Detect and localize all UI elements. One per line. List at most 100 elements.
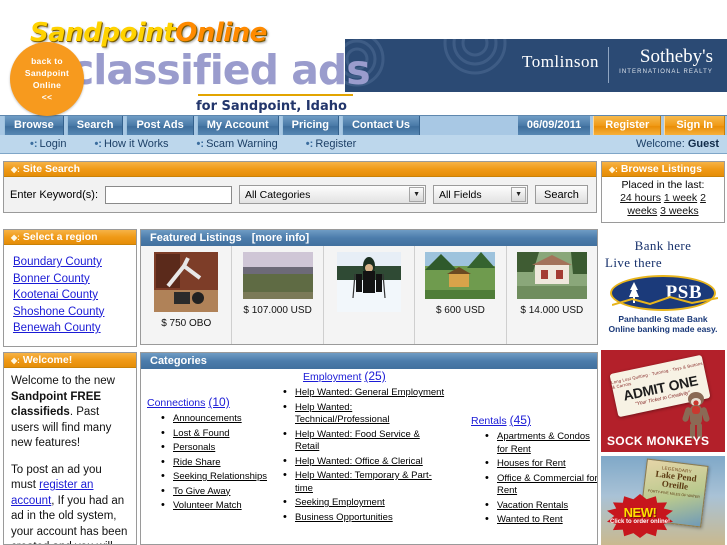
welcome-panel-title: Welcome! <box>22 354 73 366</box>
subnav-scam-warning-label: Scam Warning <box>206 138 278 150</box>
region-link-boundary-county[interactable]: Boundary County <box>13 254 136 271</box>
search-input[interactable] <box>105 185 233 204</box>
sponsor-banner-tomlinson-sothebys[interactable]: Tomlinson Sotheby's INTERNATIONAL REALTY <box>345 39 727 92</box>
listing-thumbnail-land[interactable] <box>242 252 313 299</box>
subcategory-link[interactable]: Lost & Found <box>173 428 230 439</box>
nav-tab-list: Browse Search Post Ads My Account Pricin… <box>4 116 421 136</box>
featured-listing-item[interactable]: $ 750 OBO <box>141 246 233 344</box>
search-button[interactable]: Search <box>535 185 588 204</box>
featured-listing-item[interactable] <box>324 246 416 344</box>
nav-tab-post-ads[interactable]: Post Ads <box>126 116 194 136</box>
cabin-photo <box>425 252 496 299</box>
subcategory-link[interactable]: Seeking Employment <box>295 497 385 508</box>
subcategory-link[interactable]: Help Wanted: Food Service & Retail <box>295 429 420 453</box>
listing-price: $ 14.000 USD <box>520 305 584 316</box>
region-link-bonner-county[interactable]: Bonner County <box>13 271 136 288</box>
bullet-icon: •: <box>196 138 205 150</box>
sign-in-button[interactable]: Sign In <box>664 116 725 136</box>
subcategory-link[interactable]: Seeking Relationships <box>173 471 267 482</box>
featured-more-info-link[interactable]: [more info] <box>252 232 309 244</box>
category-select-value: All Categories <box>245 188 311 201</box>
subnav-item-login[interactable]: •: Login <box>30 138 66 150</box>
house-photo <box>516 252 587 299</box>
ad-panhandle-state-bank[interactable]: Bank here Live there PSB Panhandle State… <box>601 234 725 346</box>
category-group-heading: Connections (10) <box>147 395 277 409</box>
subcategory-link[interactable]: Ride Share <box>173 457 221 468</box>
subcategory-link[interactable]: Help Wanted: Technical/Professional <box>295 402 390 426</box>
banner-divider <box>608 47 609 83</box>
subcategory-link[interactable]: Apartments & Condos for Rent <box>497 431 590 455</box>
category-group-connections: Connections(10) Announcements Lost & Fou… <box>147 395 277 515</box>
category-link-rentals[interactable]: Rentals <box>471 415 507 427</box>
site-search-header: ◆: Site Search <box>4 162 596 177</box>
list-item: Vacation Rentals <box>485 499 597 513</box>
subcategory-link[interactable]: Office & Commercial for Rent <box>497 473 597 497</box>
subnav-item-how-it-works[interactable]: •: How it Works <box>94 138 168 150</box>
subcategory-link[interactable]: Volunteer Match <box>173 500 242 511</box>
chevron-down-icon[interactable]: ▼ <box>409 187 425 202</box>
welcome-greeting: Welcome: Guest <box>636 138 719 150</box>
subcategory-link[interactable]: Help Wanted: Office & Clerical <box>295 456 423 467</box>
listing-thumbnail-skier[interactable] <box>337 252 402 312</box>
welcome-p1-a: Welcome to the new <box>11 375 115 387</box>
fields-select[interactable]: All Fields ▼ <box>433 185 529 204</box>
region-link-benewah-county[interactable]: Benewah County <box>13 320 136 337</box>
classified-ads-wordmark: classified ads <box>70 46 371 94</box>
subnav-item-register[interactable]: •: Register <box>306 138 356 150</box>
subcategory-link[interactable]: Help Wanted: General Employment <box>295 387 444 398</box>
sandpoint-online-wordmark: SandpointOnline <box>30 18 267 48</box>
nav-tab-my-account[interactable]: My Account <box>196 116 279 136</box>
subcategory-link[interactable]: Houses for Rent <box>497 458 566 469</box>
featured-listing-item[interactable]: $ 107.000 USD <box>232 246 324 344</box>
subcategory-link[interactable]: Personals <box>173 442 215 453</box>
sothebys-text: Sotheby's <box>639 46 713 67</box>
list-item: To Give Away <box>161 485 277 499</box>
browse-link-1-week[interactable]: 1 week <box>664 192 697 204</box>
browse-listings-panel: ◆: Browse Listings Placed in the last: 24… <box>601 161 725 223</box>
back-line-4: << <box>41 92 53 102</box>
subcategory-link[interactable]: Announcements <box>173 413 242 424</box>
nav-tab-browse[interactable]: Browse <box>4 116 64 136</box>
gold-divider-rule <box>198 94 353 96</box>
bullet-icon: •: <box>94 138 102 150</box>
region-link-kootenai-county[interactable]: Kootenai County <box>13 287 136 304</box>
browse-link-24-hours[interactable]: 24 hours <box>620 192 661 204</box>
region-link-shoshone-county[interactable]: Shoshone County <box>13 304 136 321</box>
nav-tab-pricing[interactable]: Pricing <box>281 116 339 136</box>
category-subcategory-list: Announcements Lost & Found Personals Rid… <box>147 412 277 513</box>
placed-in-last-label: Placed in the last: <box>621 179 705 191</box>
subcategory-link[interactable]: To Give Away <box>173 486 230 497</box>
subnav-item-scam-warning[interactable]: •: Scam Warning <box>197 138 278 150</box>
nav-tab-search[interactable]: Search <box>66 116 124 136</box>
back-to-sandpoint-online-button[interactable]: back to Sandpoint Online << <box>10 42 84 116</box>
site-search-title: Site Search <box>22 163 81 175</box>
list-item: Office & Commercial for Rent <box>485 472 597 498</box>
listing-thumbnail-house[interactable] <box>516 252 587 299</box>
featured-listing-item[interactable]: $ 14.000 USD <box>507 246 597 344</box>
burst-main-text: NEW! <box>623 505 657 520</box>
register-button[interactable]: Register <box>593 116 662 136</box>
category-select[interactable]: All Categories ▼ <box>239 185 427 204</box>
ad-lake-pend-oreille-book[interactable]: LEGENDARY Lake Pend Oreille FORTY-FIVE M… <box>601 456 725 545</box>
category-link-connections[interactable]: Connections <box>147 397 205 409</box>
listing-thumbnail-cabin[interactable] <box>425 252 496 299</box>
subcategory-link[interactable]: Business Opportunities <box>295 512 393 523</box>
listing-thumbnail-backhoe[interactable] <box>154 252 219 312</box>
nav-tab-contact-us[interactable]: Contact Us <box>341 116 421 136</box>
subcategory-link[interactable]: Help Wanted: Temporary & Part-time <box>295 470 432 494</box>
site-logo[interactable]: SandpointOnline back to Sandpoint Online… <box>8 10 371 116</box>
listing-price: $ 750 OBO <box>161 318 212 329</box>
list-item: Announcements <box>161 412 277 426</box>
keyword-label: Enter Keyword(s): <box>10 188 99 201</box>
category-link-employment[interactable]: Employment <box>303 371 361 383</box>
subcategory-link[interactable]: Vacation Rentals <box>497 500 568 511</box>
chevron-down-icon[interactable]: ▼ <box>511 187 527 202</box>
psb-logo: PSB <box>610 275 718 311</box>
browse-link-3-weeks[interactable]: 3 weeks <box>660 205 699 217</box>
ad-sock-monkeys[interactable]: Long Lost Quilting · Tutoring · Toys & B… <box>601 350 725 452</box>
subcategory-link[interactable]: Wanted to Rent <box>497 514 563 525</box>
featured-listing-item[interactable]: $ 600 USD <box>415 246 507 344</box>
select-region-header: ◆: Select a region <box>4 230 136 245</box>
list-item: Help Wanted: Office & Clerical <box>283 455 446 469</box>
featured-listings-panel: Featured Listings [more info] $ 750 OBO … <box>140 229 598 345</box>
